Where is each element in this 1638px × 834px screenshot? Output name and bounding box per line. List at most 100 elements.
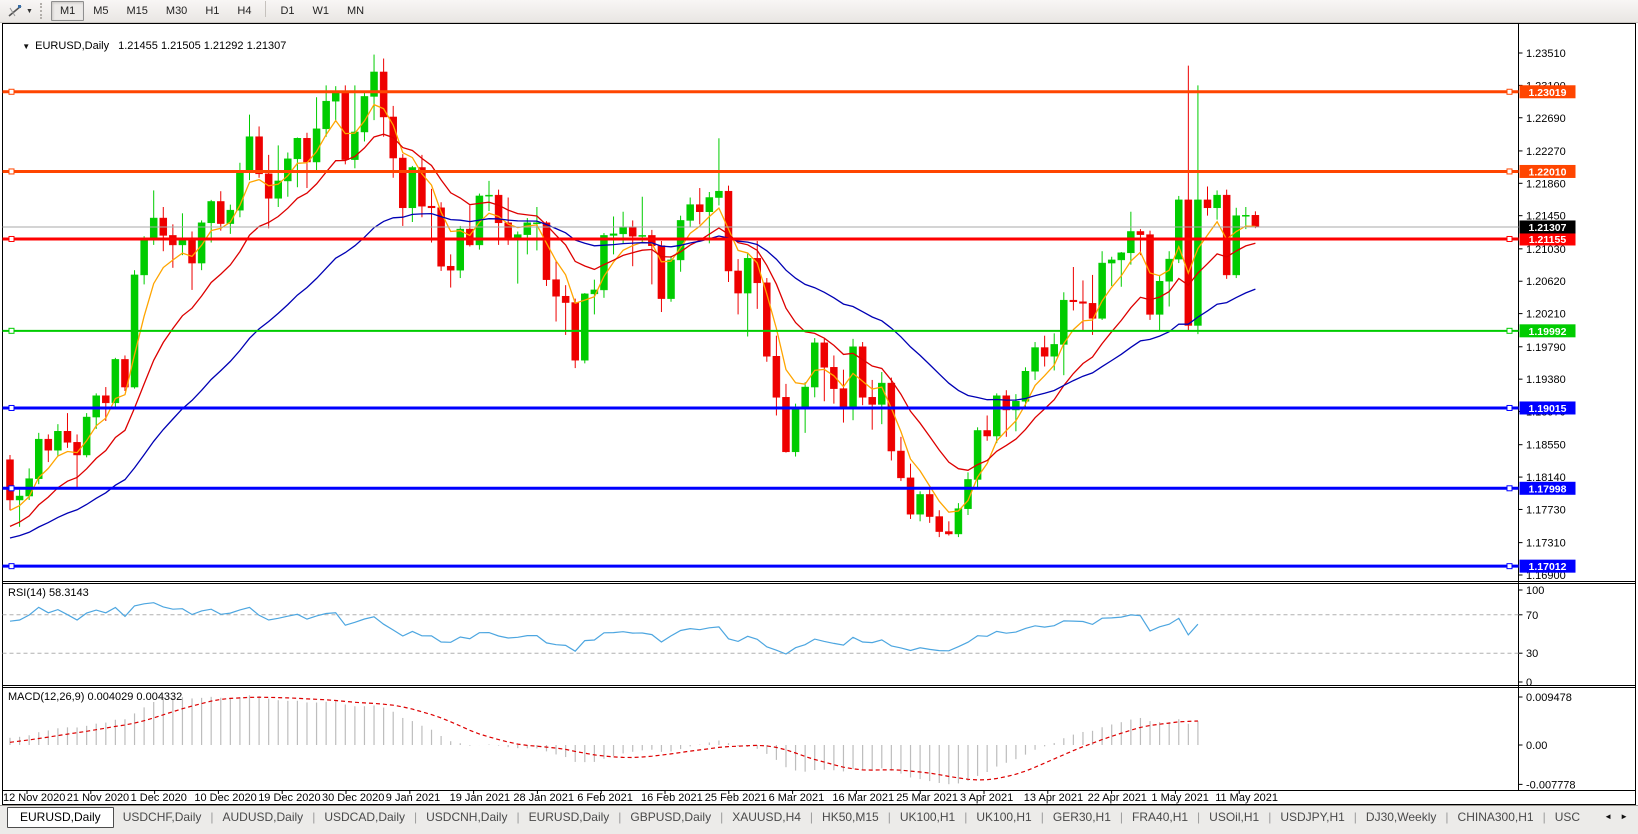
svg-text:1.17012: 1.17012 bbox=[1529, 561, 1567, 573]
chart-tab-usdchf-daily[interactable]: USDCHF,Daily bbox=[114, 806, 211, 828]
price-tick-label: 1.22690 bbox=[1526, 113, 1566, 125]
chart-tab-usdcad-daily[interactable]: USDCAD,Daily bbox=[315, 806, 414, 828]
macd-tick-label: 0.009478 bbox=[1526, 692, 1572, 704]
chart-tab-eurusd-daily[interactable]: EURUSD,Daily bbox=[520, 806, 619, 828]
line-studies-glyph bbox=[8, 4, 23, 18]
line-handle[interactable] bbox=[9, 169, 14, 174]
chart-tab-ger30-h1[interactable]: GER30,H1 bbox=[1044, 806, 1120, 828]
svg-text:1.17998: 1.17998 bbox=[1529, 483, 1567, 495]
chart-tab-uk100-h1[interactable]: UK100,H1 bbox=[967, 806, 1040, 828]
line-handle[interactable] bbox=[1507, 236, 1512, 241]
chart-tab-usdjpy-h1[interactable]: USDJPY,H1 bbox=[1271, 806, 1353, 828]
price-tick-label: 1.19380 bbox=[1526, 374, 1566, 386]
tab-scroll-arrows: ◄ ► bbox=[1600, 806, 1638, 821]
timeframe-toolbar: ▼ M1M5M15M30H1H4 D1W1MN bbox=[0, 0, 1638, 23]
line-handle[interactable] bbox=[1507, 89, 1512, 94]
date-tick-label: 11 May 2021 bbox=[1215, 792, 1278, 804]
line-handle[interactable] bbox=[9, 89, 14, 94]
price-tick-label: 1.17730 bbox=[1526, 504, 1566, 516]
date-tick-label: 12 Nov 2020 bbox=[3, 792, 65, 804]
macd-tick-label: -0.007778 bbox=[1526, 779, 1576, 791]
timeframe-button-mn[interactable]: MN bbox=[338, 1, 373, 21]
tab-scroll-left-icon[interactable]: ◄ bbox=[1604, 812, 1612, 821]
chart-tab-bar: EURUSD,DailyUSDCHF,Daily|AUDUSD,Daily|US… bbox=[0, 805, 1638, 834]
toolbar-separator bbox=[265, 1, 266, 17]
date-tick-label: 16 Feb 2021 bbox=[641, 792, 703, 804]
date-tick-label: 10 Dec 2020 bbox=[194, 792, 256, 804]
chart-tab-gbpusd-daily[interactable]: GBPUSD,Daily bbox=[621, 806, 720, 828]
timeframe-button-m15[interactable]: M15 bbox=[118, 1, 157, 21]
chart-tab-usoil-h1[interactable]: USOil,H1 bbox=[1200, 806, 1268, 828]
line-handle[interactable] bbox=[1507, 169, 1512, 174]
date-tick-label: 28 Jan 2021 bbox=[513, 792, 574, 804]
date-tick-label: 19 Dec 2020 bbox=[258, 792, 320, 804]
price-tick-label: 1.20210 bbox=[1526, 309, 1566, 321]
date-tick-label: 3 Apr 2021 bbox=[960, 792, 1013, 804]
line-handle[interactable] bbox=[9, 328, 14, 333]
timeframe-buttons: M1M5M15M30H1H4 D1W1MN bbox=[51, 1, 373, 21]
timeframe-button-m1[interactable]: M1 bbox=[51, 1, 84, 21]
price-tick-label: 1.22270 bbox=[1526, 146, 1566, 158]
chart-tab-dj30-weekly[interactable]: DJ30,Weekly bbox=[1357, 806, 1445, 828]
chart-tab-usc[interactable]: USC bbox=[1546, 806, 1589, 828]
mt4-terminal: ▼ M1M5M15M30H1H4 D1W1MN 1.235101.231001.2… bbox=[0, 0, 1638, 834]
date-tick-label: 22 Apr 2021 bbox=[1088, 792, 1147, 804]
toolbar-grip[interactable] bbox=[40, 3, 44, 19]
svg-text:1.23019: 1.23019 bbox=[1529, 87, 1567, 99]
price-tick-label: 1.17310 bbox=[1526, 538, 1566, 550]
line-handle[interactable] bbox=[1507, 564, 1512, 569]
chart-tab-eurusd-daily[interactable]: EURUSD,Daily bbox=[7, 807, 114, 828]
line-handle[interactable] bbox=[9, 486, 14, 491]
timeframe-button-w1[interactable]: W1 bbox=[304, 1, 339, 21]
date-tick-label: 13 Apr 2021 bbox=[1024, 792, 1083, 804]
svg-text:1.19015: 1.19015 bbox=[1529, 403, 1567, 415]
current-price-tag: 1.21307 bbox=[1529, 222, 1567, 234]
date-tick-label: 9 Jan 2021 bbox=[386, 792, 440, 804]
line-handle[interactable] bbox=[1507, 486, 1512, 491]
line-handle[interactable] bbox=[9, 405, 14, 410]
date-tick-label: 6 Mar 2021 bbox=[769, 792, 825, 804]
date-tick-label: 1 Dec 2020 bbox=[131, 792, 187, 804]
date-tick-label: 25 Feb 2021 bbox=[705, 792, 767, 804]
rsi-tick-label: 0 bbox=[1526, 677, 1532, 689]
date-tick-label: 19 Jan 2021 bbox=[450, 792, 511, 804]
price-tick-label: 1.20620 bbox=[1526, 276, 1566, 288]
price-tick-label: 1.19790 bbox=[1526, 342, 1566, 354]
price-tick-label: 1.18550 bbox=[1526, 440, 1566, 452]
timeframe-button-m5[interactable]: M5 bbox=[84, 1, 117, 21]
timeframe-button-h4[interactable]: H4 bbox=[228, 1, 260, 21]
svg-text:1.22010: 1.22010 bbox=[1529, 166, 1567, 178]
date-tick-label: 25 Mar 2021 bbox=[896, 792, 958, 804]
chart-tab-xauusd-h4[interactable]: XAUUSD,H4 bbox=[723, 806, 810, 828]
price-tick-label: 1.23510 bbox=[1526, 48, 1566, 60]
timeframe-button-h1[interactable]: H1 bbox=[196, 1, 228, 21]
date-tick-label: 21 Nov 2020 bbox=[67, 792, 129, 804]
svg-text:1.21155: 1.21155 bbox=[1529, 234, 1567, 246]
date-axis: 12 Nov 202021 Nov 20201 Dec 2020 10 Dec 2… bbox=[3, 791, 1278, 805]
chart-tabs: EURUSD,DailyUSDCHF,Daily|AUDUSD,Daily|US… bbox=[0, 806, 1589, 828]
line-handle[interactable] bbox=[9, 236, 14, 241]
line-handle[interactable] bbox=[1507, 405, 1512, 410]
line-handle[interactable] bbox=[1507, 328, 1512, 333]
rsi-tick-label: 100 bbox=[1526, 585, 1544, 597]
svg-text:1.19992: 1.19992 bbox=[1529, 326, 1567, 338]
chart-tab-china300-h1[interactable]: CHINA300,H1 bbox=[1449, 806, 1543, 828]
chart-tab-uk100-h1[interactable]: UK100,H1 bbox=[891, 806, 964, 828]
chart-tab-audusd-daily[interactable]: AUDUSD,Daily bbox=[214, 806, 313, 828]
chart-tab-hk50-m15[interactable]: HK50,M15 bbox=[813, 806, 888, 828]
rsi-tick-label: 70 bbox=[1526, 610, 1538, 622]
chart-canvas[interactable]: 1.235101.231001.226901.222701.218601.214… bbox=[0, 0, 1638, 834]
date-tick-label: 1 May 2021 bbox=[1151, 792, 1208, 804]
chart-tab-fra40-h1[interactable]: FRA40,H1 bbox=[1123, 806, 1197, 828]
date-tick-label: 16 Mar 2021 bbox=[832, 792, 894, 804]
date-tick-label: 30 Dec 2020 bbox=[322, 792, 384, 804]
chart-tab-usdcnh-daily[interactable]: USDCNH,Daily bbox=[417, 806, 516, 828]
timeframe-button-m30[interactable]: M30 bbox=[157, 1, 196, 21]
rsi-tick-label: 30 bbox=[1526, 648, 1538, 660]
timeframe-button-d1[interactable]: D1 bbox=[271, 1, 303, 21]
line-handle[interactable] bbox=[9, 564, 14, 569]
macd-tick-label: 0.00 bbox=[1526, 740, 1547, 752]
tool-dropdown-caret[interactable]: ▼ bbox=[26, 8, 33, 15]
tab-scroll-right-icon[interactable]: ► bbox=[1620, 812, 1628, 821]
line-studies-icon[interactable]: ▼ bbox=[4, 3, 37, 19]
